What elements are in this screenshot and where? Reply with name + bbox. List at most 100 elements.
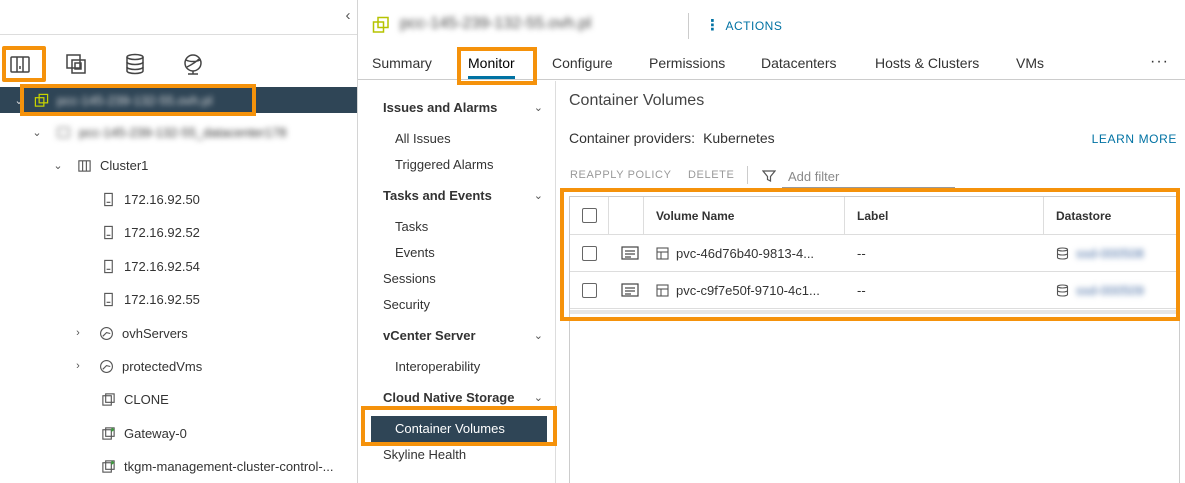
subnav-item-sessions[interactable]: Sessions: [358, 266, 555, 292]
subnav-group-label: Issues and Alarms: [383, 100, 498, 115]
providers-value: Kubernetes: [703, 130, 775, 146]
delete-button[interactable]: DELETE: [688, 169, 734, 181]
vm-running-icon: [100, 458, 116, 474]
tree-item-vcenter[interactable]: ⌄ pcc-145-239-132-55.ovh.pl: [0, 87, 357, 113]
grid-scroll-track: [570, 310, 1179, 314]
tree-item-host[interactable]: 172.16.92.52: [0, 219, 357, 245]
tree-item-vm[interactable]: CLONE: [0, 386, 357, 412]
subnav-group-label: vCenter Server: [383, 328, 476, 343]
row-details-icon[interactable]: [621, 235, 641, 271]
resource-pool-icon: [98, 325, 114, 341]
subnav-item-security[interactable]: Security: [358, 292, 555, 318]
tree-item-host[interactable]: 172.16.92.55: [0, 286, 357, 312]
host-icon: [100, 258, 116, 274]
subnav-item-tasks[interactable]: Tasks: [358, 214, 555, 240]
chevron-down-icon[interactable]: ⌄: [31, 126, 43, 139]
vertical-ellipsis-icon: ⋮: [705, 17, 721, 34]
select-all-checkbox[interactable]: [582, 197, 600, 234]
tab-monitor[interactable]: Monitor: [468, 48, 515, 79]
chevron-down-icon[interactable]: ⌄: [13, 94, 25, 107]
tab-vms[interactable]: VMs: [1016, 48, 1044, 79]
volume-icon: [656, 283, 669, 297]
tab-configure[interactable]: Configure: [552, 48, 613, 79]
tree-item-resource-pool[interactable]: › protectedVms: [0, 353, 357, 379]
tree-item-vm[interactable]: Gateway-0: [0, 420, 357, 446]
filter-input[interactable]: [782, 166, 955, 188]
tree-item-label: Gateway-0: [124, 425, 187, 441]
tree-item-label: pcc-145-239-132-55_datacenter178: [79, 124, 287, 140]
subnav-group-vcenter[interactable]: vCenter Server ⌄: [358, 323, 555, 349]
volume-name-cell[interactable]: pvc-c9f7e50f-9710-4c1...: [656, 272, 841, 308]
subnav-group-issues[interactable]: Issues and Alarms ⌄: [358, 95, 555, 121]
datastore-name: ssd-000508: [1076, 245, 1144, 261]
subnav-item-all-issues[interactable]: All Issues: [358, 126, 555, 152]
tree-item-label: ovhServers: [122, 325, 188, 341]
tree-item-vm[interactable]: tkgm-management-cluster-control-...: [0, 453, 357, 479]
header-divider: [688, 13, 689, 39]
vcenter-icon: [33, 92, 49, 108]
tree-item-label: 172.16.92.55: [124, 291, 200, 307]
subnav-group-tasks[interactable]: Tasks and Events ⌄: [358, 183, 555, 209]
tab-datacenters[interactable]: Datacenters: [761, 48, 836, 79]
datastore-cell[interactable]: ssd-000508: [1056, 235, 1176, 271]
actions-label: ACTIONS: [725, 19, 783, 33]
chevron-down-icon: ⌄: [533, 102, 543, 114]
chevron-down-icon: ⌄: [533, 190, 543, 202]
hosts-and-clusters-icon[interactable]: [0, 44, 40, 84]
tab-summary[interactable]: Summary: [372, 48, 432, 79]
vms-and-templates-icon[interactable]: [56, 44, 96, 84]
tab-hosts-and-clusters[interactable]: Hosts & Clusters: [875, 48, 979, 79]
tree-item-label: Cluster1: [100, 157, 149, 173]
vcenter-icon: [372, 16, 390, 34]
row-checkbox[interactable]: [582, 235, 600, 271]
volumes-grid: Volume Name Label Datastore pvc-46d76b40…: [569, 196, 1180, 483]
reapply-policy-button[interactable]: REAPPLY POLICY: [570, 169, 672, 181]
row-details-icon[interactable]: [621, 272, 641, 308]
datastore-cell[interactable]: ssd-000509: [1056, 272, 1176, 308]
column-header-label[interactable]: Label: [857, 197, 1037, 234]
tab-permissions[interactable]: Permissions: [649, 48, 725, 79]
tree-item-resource-pool[interactable]: › ovhServers: [0, 320, 357, 346]
volume-name-cell[interactable]: pvc-46d76b40-9813-4...: [656, 235, 841, 271]
chevron-right-icon[interactable]: ›: [72, 327, 84, 339]
learn-more-link[interactable]: LEARN MORE: [1092, 132, 1177, 146]
subnav-group-cloud-native-storage[interactable]: Cloud Native Storage ⌄: [358, 385, 555, 411]
tree-item-cluster[interactable]: ⌄ Cluster1: [0, 152, 357, 178]
subnav-item-skyline-health[interactable]: Skyline Health: [358, 442, 555, 468]
chevron-down-icon: ⌄: [533, 330, 543, 342]
storage-icon[interactable]: [115, 44, 155, 84]
subnav-item-triggered-alarms[interactable]: Triggered Alarms: [358, 152, 555, 178]
column-header-datastore[interactable]: Datastore: [1056, 197, 1176, 234]
volume-icon: [656, 246, 669, 260]
providers-label: Container providers:: [569, 130, 696, 146]
container-volumes-view: Container Volumes Container providers: Ku…: [569, 81, 1181, 483]
inventory-panel: ‹ ⌄ pcc-145-239-132-55.ovh.pl ⌄ pcc-145-…: [0, 0, 358, 483]
host-icon: [100, 191, 116, 207]
subnav-item-interoperability[interactable]: Interoperability: [358, 354, 555, 380]
cluster-icon: [76, 157, 92, 173]
host-icon: [100, 224, 116, 240]
row-checkbox[interactable]: [582, 272, 600, 308]
volume-name: pvc-46d76b40-9813-4...: [676, 245, 815, 261]
subnav-item-events[interactable]: Events: [358, 240, 555, 266]
column-header-volume-name[interactable]: Volume Name: [656, 197, 841, 234]
collapse-panel-button[interactable]: ‹: [340, 6, 356, 26]
chevron-right-icon[interactable]: ›: [72, 360, 84, 372]
more-tabs-button[interactable]: ···: [1150, 48, 1169, 76]
volume-toolbar: REAPPLY POLICY DELETE: [569, 166, 969, 188]
chevron-down-icon[interactable]: ⌄: [52, 159, 64, 172]
tree-item-host[interactable]: 172.16.92.54: [0, 253, 357, 279]
tree-item-label: pcc-145-239-132-55.ovh.pl: [57, 92, 213, 108]
tree-item-datacenter[interactable]: ⌄ pcc-145-239-132-55_datacenter178: [0, 119, 357, 145]
table-row[interactable]: pvc-46d76b40-9813-4... -- ssd-000508: [570, 235, 1179, 272]
networking-icon[interactable]: [173, 44, 213, 84]
host-icon: [100, 291, 116, 307]
label-cell: --: [857, 245, 866, 261]
chevron-down-icon: ⌄: [533, 392, 543, 404]
tree-item-label: 172.16.92.52: [124, 224, 200, 240]
tree-item-host[interactable]: 172.16.92.50: [0, 186, 357, 212]
tree-item-label: CLONE: [124, 391, 169, 407]
subnav-item-container-volumes[interactable]: Container Volumes: [371, 416, 547, 442]
actions-menu-button[interactable]: ⋮ ACTIONS: [705, 17, 783, 34]
table-row[interactable]: pvc-c9f7e50f-9710-4c1... -- ssd-000509: [570, 272, 1179, 309]
